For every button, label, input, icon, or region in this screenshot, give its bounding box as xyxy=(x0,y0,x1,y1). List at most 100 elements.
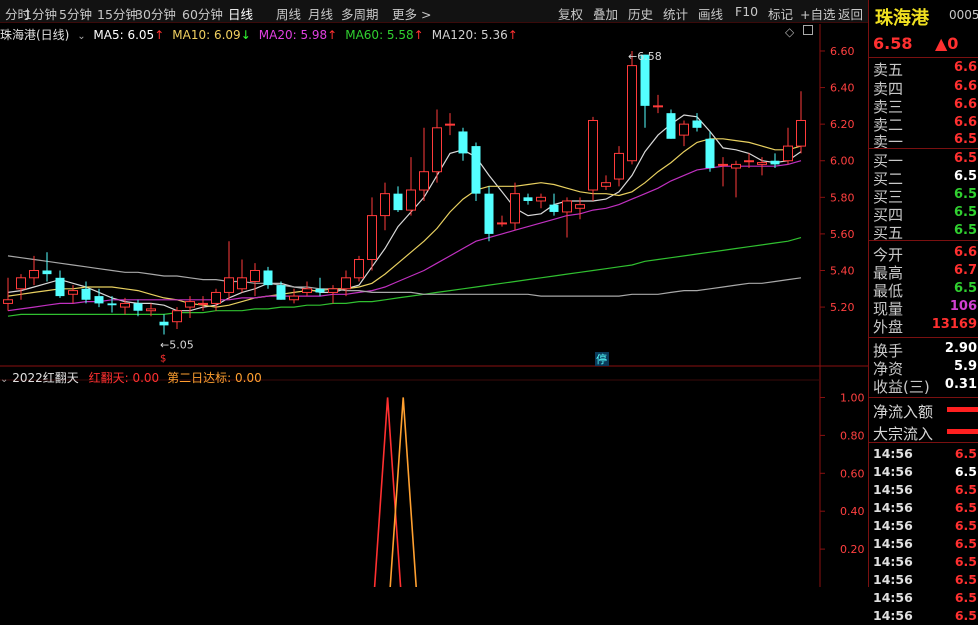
tick-price: 6.5 xyxy=(954,518,977,533)
candle-body xyxy=(562,200,572,213)
tick-row: 14:56 6.5 xyxy=(873,446,978,463)
change-indicator: ▲0 xyxy=(935,34,959,53)
candle-body xyxy=(757,162,767,165)
ma-line-ma20 xyxy=(7,160,802,312)
ma-trend-arrow-icon: ↑ xyxy=(413,28,424,42)
candle-body xyxy=(393,193,403,211)
divider xyxy=(869,397,978,398)
ma-legend-value: MA120: 5.36 xyxy=(431,28,508,42)
quote-label: 净资 xyxy=(873,360,904,377)
quote-row: 净资 5.9 xyxy=(873,358,978,377)
chart-diamond-icon[interactable]: ◇ xyxy=(785,25,794,39)
candle-body xyxy=(783,145,793,162)
candle-body xyxy=(627,65,637,162)
price-tick-label: 5.40 xyxy=(830,264,855,277)
tick-row: 14:56 6.5 xyxy=(873,482,978,499)
candle-body xyxy=(419,171,429,191)
candle-body xyxy=(263,270,273,286)
ma-trend-arrow-icon: ↑ xyxy=(507,28,518,42)
tick-time: 14:56 xyxy=(873,518,913,533)
quote-value: 2.90 xyxy=(944,341,977,356)
candle-body xyxy=(692,120,702,128)
quote-row: 最高 6.7 xyxy=(873,262,978,281)
flow-label: 净流入额 xyxy=(873,403,934,421)
tick-price: 6.5 xyxy=(954,572,977,587)
quote-value: 0.31 xyxy=(944,377,977,392)
ma-legend-value: MA5: 6.05 xyxy=(93,28,155,42)
candle-body xyxy=(3,299,13,304)
chart-title: 珠海港(日线) xyxy=(0,28,70,42)
tick-time: 14:56 xyxy=(873,572,913,587)
indicator-tick-label: 0.60 xyxy=(840,467,865,480)
candle-body xyxy=(81,288,91,300)
flow-bar xyxy=(947,429,978,434)
kline-chart[interactable]: ←6.58 ←5.05 $ 停 6.60 6.40 6.20 6.00 5.80 5.60 5.4… xyxy=(0,0,868,587)
quote-label: 最高 xyxy=(873,264,904,281)
price-tick-label: 5.20 xyxy=(830,301,855,314)
quote-row: 外盘 13169 xyxy=(873,316,978,335)
candle-body xyxy=(198,302,208,305)
tick-price: 6.5 xyxy=(954,590,977,605)
ma-trend-arrow-icon: ↑ xyxy=(327,28,338,42)
quote-label: 买五 xyxy=(873,224,904,241)
quote-row: 收益(三) 0.31 xyxy=(873,376,978,395)
indicator-name[interactable]: 2022红翻天 xyxy=(12,371,79,385)
candle-body xyxy=(68,290,78,295)
divider xyxy=(869,240,978,241)
indicator-settings-icon[interactable]: ⌄ xyxy=(0,374,8,385)
quote-value: 6.6 xyxy=(953,245,977,260)
tick-row: 14:56 6.5 xyxy=(873,590,978,607)
indicator-tick-label: 1.00 xyxy=(840,391,865,404)
candle-body xyxy=(679,123,689,136)
stock-name: 珠海港 xyxy=(875,8,929,29)
tick-time: 14:56 xyxy=(873,536,913,551)
quote-value: 6.5 xyxy=(953,132,977,147)
candle-body xyxy=(549,204,559,212)
candle-body xyxy=(744,160,754,163)
candle-body xyxy=(458,131,468,154)
tick-price: 6.5 xyxy=(954,608,977,623)
ma-line-ma10 xyxy=(7,138,802,308)
price-tick-label: 6.40 xyxy=(830,82,855,95)
quote-value: 6.5 xyxy=(953,169,977,184)
divider xyxy=(869,57,978,58)
candle-body xyxy=(770,160,780,165)
candle-body xyxy=(354,259,364,279)
price-tick-label: 6.00 xyxy=(830,155,855,168)
ma-line-ma5 xyxy=(7,114,802,312)
quote-label: 外盘 xyxy=(873,318,904,335)
tick-price: 6.5 xyxy=(954,536,977,551)
indicator-legend: ⌄ 2022红翻天 红翻天: 0.00 第二日达标: 0.00 xyxy=(0,369,270,386)
quote-label: 买三 xyxy=(873,188,904,205)
candle-body xyxy=(211,291,221,304)
tick-row: 14:56 6.5 xyxy=(873,554,978,571)
candle-body xyxy=(796,119,806,147)
ma-legend-item: MA5: 6.05↑ xyxy=(93,28,164,42)
chart-minimize-icon[interactable] xyxy=(803,25,813,35)
candle-body xyxy=(328,288,338,293)
quote-row: 卖五 6.6 xyxy=(873,59,978,78)
quote-label: 买一 xyxy=(873,152,904,169)
candle-body xyxy=(42,270,52,275)
candle-body xyxy=(601,182,611,187)
candle-body xyxy=(445,123,455,126)
tick-row: 14:56 6.5 xyxy=(873,572,978,589)
candle-body xyxy=(705,138,715,169)
tick-time: 14:56 xyxy=(873,608,913,623)
tick-time: 14:56 xyxy=(873,554,913,569)
legend-settings-icon[interactable]: ⌄ xyxy=(77,31,85,42)
candle-body xyxy=(536,196,546,202)
candle-body xyxy=(94,296,104,304)
candle-body xyxy=(120,302,130,308)
quote-value: 6.6 xyxy=(953,60,977,75)
quote-row: 换手 2.90 xyxy=(873,340,978,359)
quote-value: 6.7 xyxy=(953,263,977,278)
candle-body xyxy=(718,163,728,166)
signal-marker: $ xyxy=(160,354,166,365)
quote-row: 最低 6.5 xyxy=(873,280,978,299)
candle-body xyxy=(250,269,260,282)
high-price-annotation: ←6.58 xyxy=(628,50,662,63)
stop-tag-label: 停 xyxy=(596,352,607,366)
flow-label: 大宗流入 xyxy=(873,425,934,443)
candle-body xyxy=(133,303,143,311)
